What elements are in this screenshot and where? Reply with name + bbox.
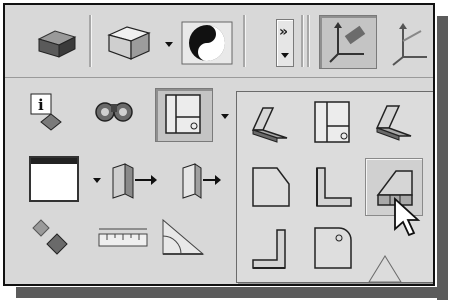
measure-diamond-icon[interactable]: [27, 214, 73, 260]
shaded-render-icon[interactable]: [181, 21, 233, 65]
chamfered-plate-icon[interactable]: [249, 164, 295, 210]
toolbar-overflow-button[interactable]: »: [276, 19, 294, 67]
main-toolbar: »: [5, 5, 433, 78]
push-pull-icon[interactable]: [177, 160, 221, 200]
sheet-metal-feature-icon: [165, 94, 201, 134]
l-bracket-icon[interactable]: [311, 164, 357, 210]
rounded-plate-icon[interactable]: [311, 224, 357, 272]
toolbar-separator: [301, 15, 304, 67]
toolbar-separator: [89, 15, 92, 67]
move-axis-icon: [329, 22, 366, 63]
svg-text:i: i: [38, 96, 44, 114]
chevron-down-icon: [281, 53, 289, 58]
toolbar-overflow-chevron-icon: »: [279, 24, 288, 40]
window-shadow-right: [437, 16, 448, 300]
chevron-down-icon[interactable]: [165, 42, 173, 47]
view-binoculars-icon[interactable]: [91, 94, 137, 130]
box-primitive-icon[interactable]: [105, 23, 153, 63]
toolbar-separator: [243, 15, 246, 67]
mouse-cursor-icon: [394, 197, 421, 237]
chevron-down-icon[interactable]: [221, 114, 229, 119]
toolbar-separator: [307, 15, 310, 67]
application-window: » i: [3, 3, 435, 286]
blank-window-icon[interactable]: [29, 156, 79, 202]
chevron-down-icon[interactable]: [93, 178, 101, 183]
flat-pattern-icon[interactable]: [311, 100, 355, 146]
bent-tab-icon[interactable]: [371, 102, 417, 146]
ruler-distance-icon[interactable]: [97, 226, 149, 252]
move-axis-button[interactable]: [319, 15, 377, 69]
window-shadow-bottom: [16, 287, 448, 298]
sheet-metal-feature-button[interactable]: [155, 88, 213, 142]
element-info-icon[interactable]: i: [27, 92, 67, 132]
bent-plate-icon[interactable]: [249, 102, 295, 146]
callout-tail: [368, 255, 402, 282]
l-bracket-large-icon[interactable]: [249, 226, 295, 272]
coordinate-axes-icon[interactable]: [387, 21, 435, 67]
protractor-angle-icon[interactable]: [157, 214, 209, 260]
sheet-metal-flyout: [236, 91, 433, 283]
solid-body-icon[interactable]: [35, 27, 79, 59]
extrude-arrow-icon[interactable]: [107, 160, 157, 200]
